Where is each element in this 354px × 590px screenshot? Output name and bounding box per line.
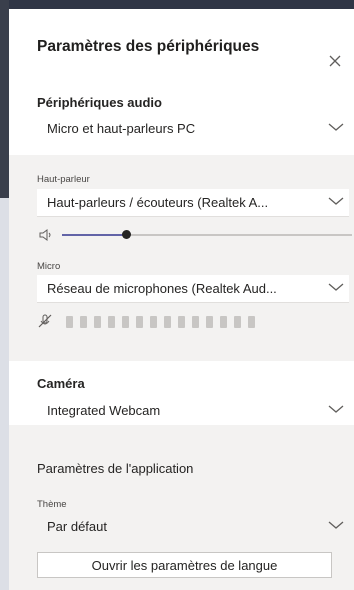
app-settings-heading: Paramètres de l'application bbox=[37, 461, 194, 476]
chevron-down-icon bbox=[328, 405, 344, 413]
theme-value: Par défaut bbox=[47, 519, 107, 534]
mic-level-bar bbox=[122, 316, 129, 328]
chevron-down-icon bbox=[328, 123, 344, 131]
mic-off-icon[interactable] bbox=[37, 313, 53, 329]
audio-device-value: Micro et haut-parleurs PC bbox=[47, 121, 196, 136]
camera-value: Integrated Webcam bbox=[47, 403, 161, 418]
mic-level-bar bbox=[164, 316, 171, 328]
speaker-dropdown[interactable]: Haut-parleurs / écouteurs (Realtek A... bbox=[37, 189, 349, 217]
speaker-icon bbox=[39, 229, 51, 241]
device-settings-panel: Paramètres des périphériques Périphériqu… bbox=[9, 9, 354, 590]
mic-level-bar bbox=[234, 316, 241, 328]
chevron-down-icon bbox=[328, 521, 344, 529]
mic-level-bar bbox=[94, 316, 101, 328]
mic-label: Micro bbox=[37, 261, 61, 272]
audio-devices-heading: Périphériques audio bbox=[37, 95, 162, 110]
mic-value: Réseau de microphones (Realtek Aud... bbox=[47, 281, 277, 296]
volume-slider-fill bbox=[62, 234, 126, 236]
mic-level-bar bbox=[136, 316, 143, 328]
volume-slider-thumb[interactable] bbox=[122, 230, 131, 239]
chevron-down-icon bbox=[328, 197, 344, 205]
speaker-value: Haut-parleurs / écouteurs (Realtek A... bbox=[47, 195, 269, 210]
camera-heading: Caméra bbox=[37, 376, 85, 391]
audio-device-dropdown[interactable]: Micro et haut-parleurs PC bbox=[37, 115, 349, 143]
mic-level-bar bbox=[178, 316, 185, 328]
theme-dropdown[interactable]: Par défaut bbox=[37, 513, 349, 541]
mic-level-bar bbox=[66, 316, 73, 328]
mic-level-bar bbox=[206, 316, 213, 328]
speaker-label: Haut-parleur bbox=[37, 174, 90, 185]
window-left-edge-light bbox=[0, 198, 9, 590]
mic-level-bar bbox=[150, 316, 157, 328]
mic-dropdown[interactable]: Réseau de microphones (Realtek Aud... bbox=[37, 275, 349, 303]
mic-level-bar bbox=[192, 316, 199, 328]
window-top-edge bbox=[0, 0, 354, 9]
mic-level-bar bbox=[220, 316, 227, 328]
theme-label: Thème bbox=[37, 499, 67, 510]
panel-title: Paramètres des périphériques bbox=[37, 38, 260, 55]
mic-level-bar bbox=[248, 316, 255, 328]
mic-level-bar bbox=[80, 316, 87, 328]
mic-level-bar bbox=[108, 316, 115, 328]
camera-dropdown[interactable]: Integrated Webcam bbox=[37, 397, 349, 425]
open-language-settings-button[interactable]: Ouvrir les paramètres de langue bbox=[37, 552, 332, 578]
close-icon[interactable] bbox=[327, 53, 343, 69]
chevron-down-icon bbox=[328, 283, 344, 291]
mic-level-meter bbox=[66, 316, 255, 328]
